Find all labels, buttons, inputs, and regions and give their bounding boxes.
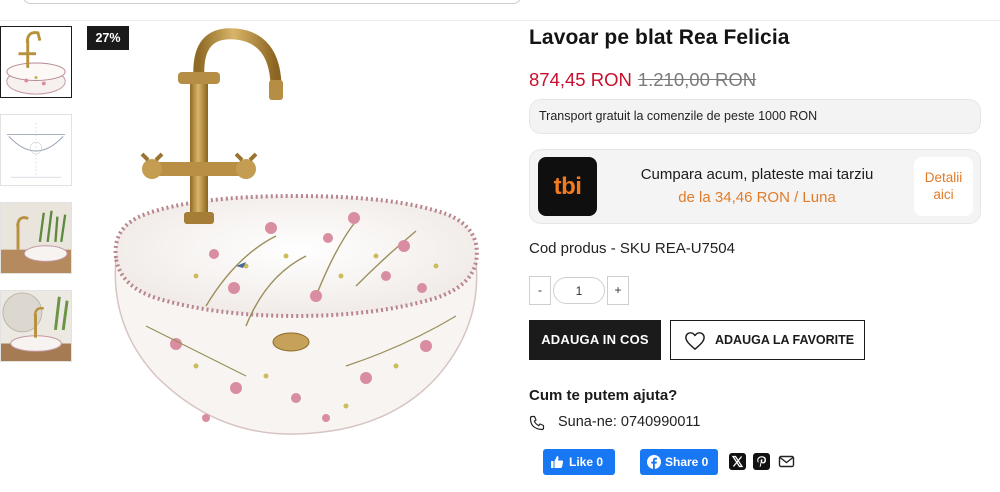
phone-number: Suna-ne: 0740990011 [558, 414, 701, 430]
tbi-logo-text: tbi [553, 173, 582, 200]
quantity-input[interactable] [553, 277, 605, 304]
search-bar[interactable] [22, 0, 522, 4]
thumbnail-1[interactable] [0, 26, 72, 98]
product-main-image[interactable] [86, 26, 498, 440]
tbi-details-link[interactable]: Detalii aici [914, 157, 973, 216]
product-sku: Cod produs - SKU REA-U7504 [529, 240, 735, 257]
price-row: 874,45 RON 1.210,00 RON [529, 69, 756, 91]
quantity-increase-button[interactable]: + [607, 276, 629, 305]
pinterest-icon[interactable] [753, 453, 770, 470]
phone-icon [529, 415, 545, 431]
email-icon[interactable] [778, 453, 795, 470]
tbi-logo: tbi [538, 157, 597, 216]
thumbnail-3[interactable] [0, 202, 72, 274]
thumbs-up-icon [551, 456, 564, 468]
discount-badge: 27% [87, 26, 129, 50]
add-to-favorites-button[interactable]: ADAUGA LA FAVORITE [670, 320, 865, 360]
heart-icon [685, 332, 705, 350]
facebook-share-label: Share 0 [665, 455, 709, 469]
shipping-notice: Transport gratuit la comenzile de peste … [529, 99, 981, 134]
thumbnail-2[interactable] [0, 114, 72, 186]
help-title: Cum te putem ajuta? [529, 387, 678, 404]
product-title: Lavoar pe blat Rea Felicia [529, 26, 790, 49]
facebook-like-label: Like 0 [569, 455, 604, 469]
add-to-cart-button[interactable]: ADAUGA IN COS [529, 320, 661, 360]
tbi-headline: Cumpara acum, plateste mai tarziu [640, 166, 874, 183]
facebook-share-button[interactable]: Share 0 [640, 449, 718, 475]
tbi-details-line2: aici [933, 187, 954, 202]
x-icon[interactable] [729, 453, 746, 470]
tbi-monthly-rate: de la 34,46 RON / Luna [678, 189, 836, 206]
price-old: 1.210,00 RON [637, 69, 757, 90]
facebook-icon [647, 455, 661, 469]
tbi-details-line1: Detalii [924, 170, 963, 185]
price-current: 874,45 RON [529, 69, 632, 90]
header-divider [0, 20, 1000, 21]
add-to-favorites-label: ADAUGA LA FAVORITE [715, 333, 855, 347]
quantity-decrease-button[interactable]: - [529, 276, 551, 305]
thumbnail-4[interactable] [0, 290, 72, 362]
facebook-like-button[interactable]: Like 0 [543, 449, 615, 475]
tbi-financing-box: tbi Cumpara acum, plateste mai tarziu de… [529, 149, 981, 224]
